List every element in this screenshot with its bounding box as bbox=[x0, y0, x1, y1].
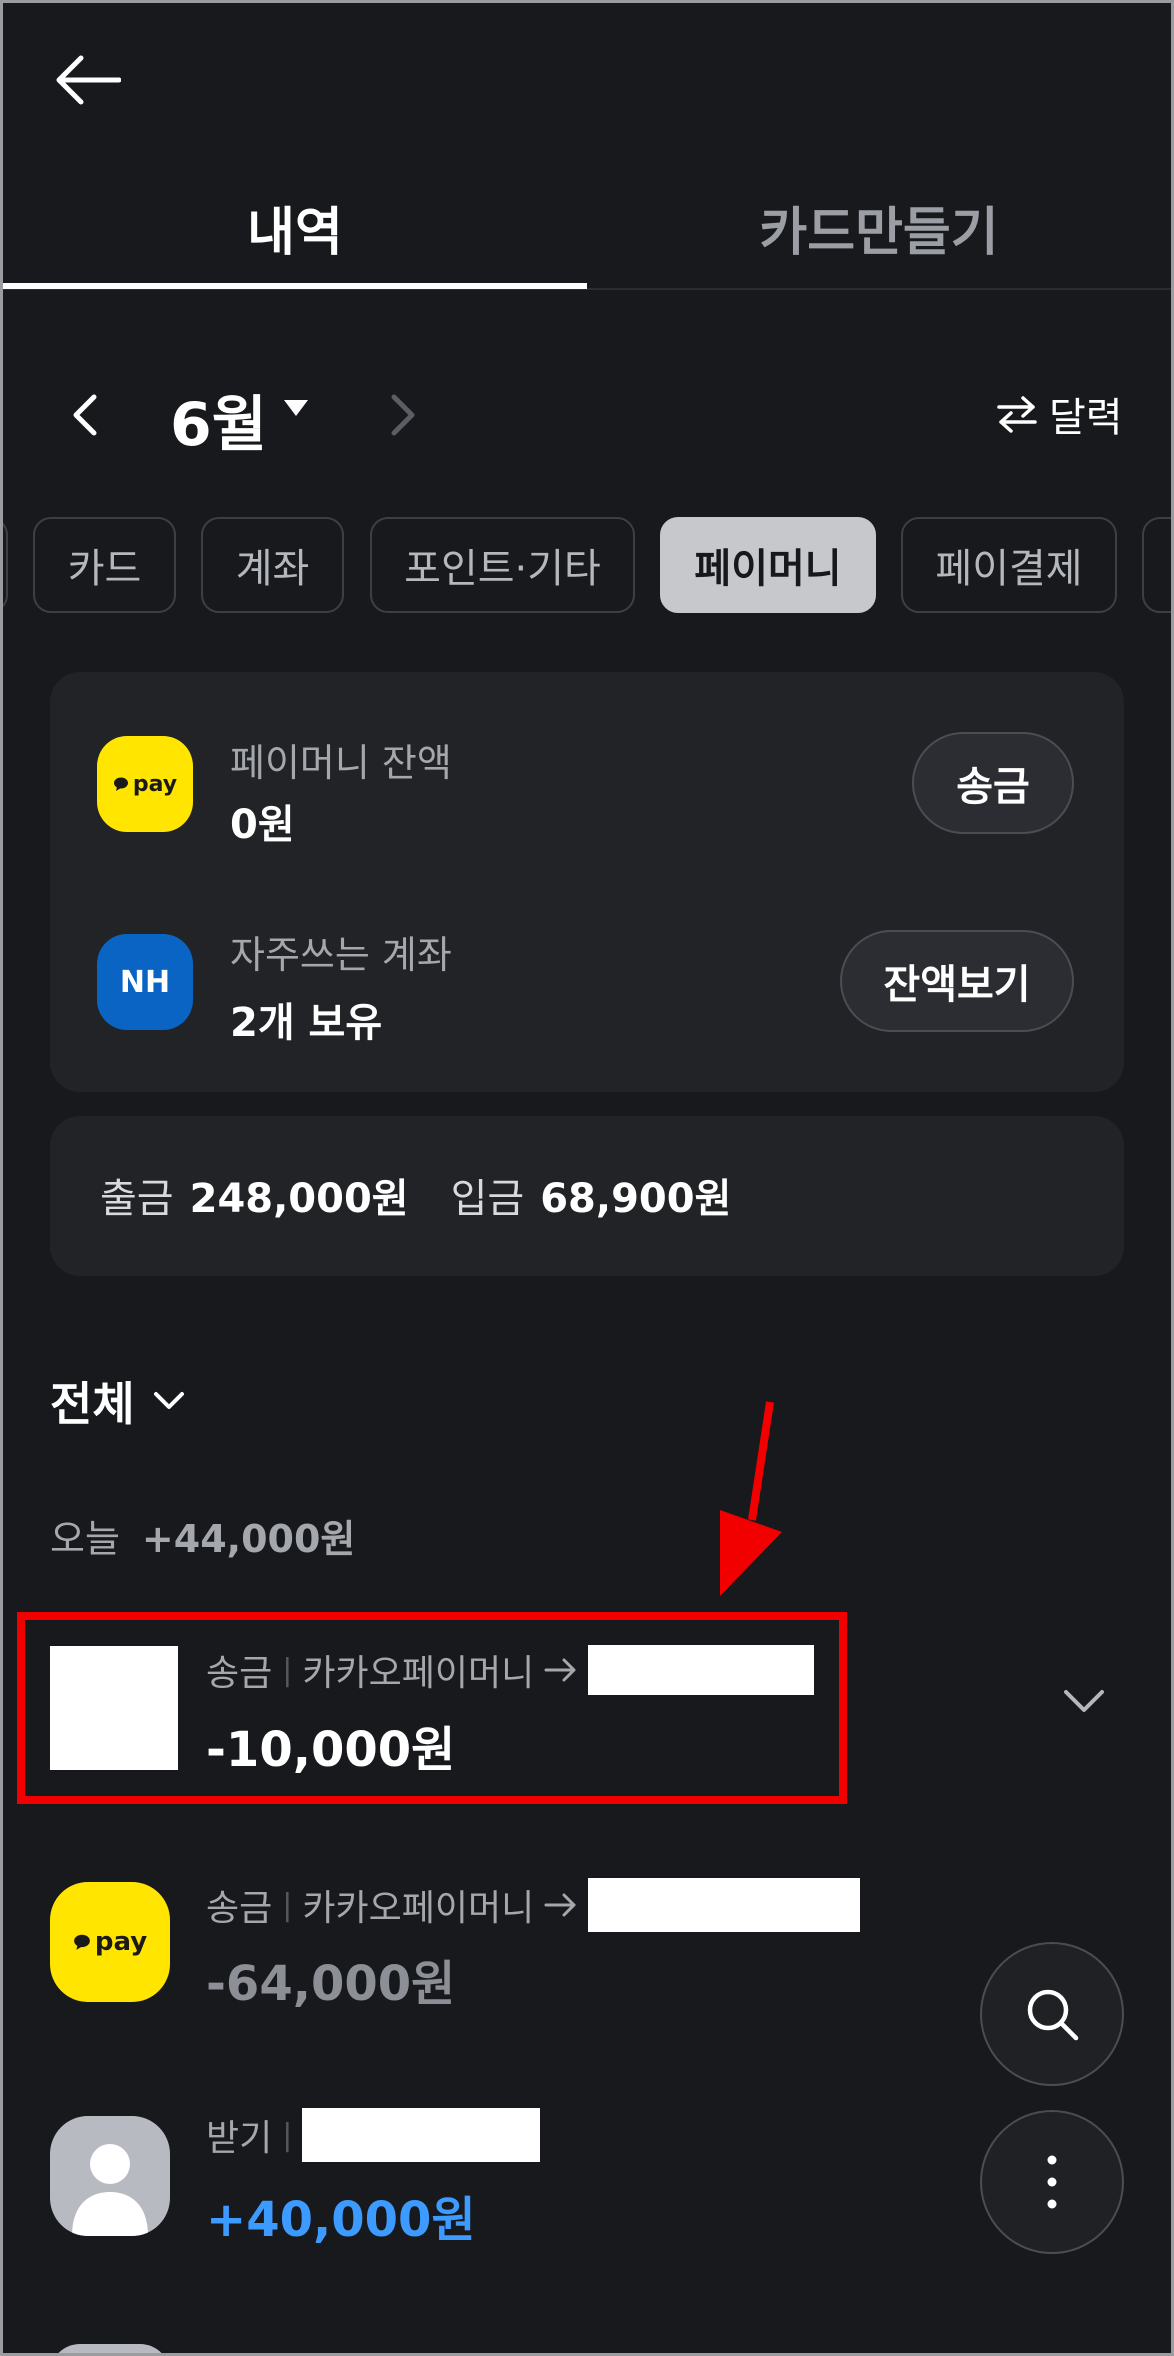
expand-transaction-button[interactable] bbox=[1062, 1688, 1106, 1718]
transaction-meta: 송금 | 카카오페이머니 bbox=[206, 1878, 861, 1932]
transaction-meta: 받기 | bbox=[206, 2108, 541, 2162]
deposit-value: 68,900원 bbox=[540, 1176, 732, 1222]
tab-make-card[interactable]: 카드만들기 bbox=[587, 165, 1171, 290]
user-icon bbox=[72, 2144, 148, 2236]
more-options-button[interactable] bbox=[980, 2110, 1124, 2254]
back-button[interactable] bbox=[48, 40, 128, 120]
withdraw-label: 출금 bbox=[100, 1176, 174, 1222]
pay-logo-text: pay bbox=[94, 1927, 148, 1957]
chip-points-etc[interactable]: 포인트·기타 bbox=[370, 517, 635, 613]
transaction-type: 송금 bbox=[206, 1888, 273, 1929]
nh-bank-logo-icon: NH bbox=[97, 934, 193, 1030]
active-tab-indicator bbox=[3, 283, 587, 289]
chip-paypayment[interactable]: 페이결제 bbox=[901, 517, 1117, 613]
arrow-left-icon bbox=[56, 55, 121, 105]
chevron-left-icon bbox=[73, 394, 97, 436]
divider: | bbox=[282, 2117, 293, 2153]
transaction-type: 받기 bbox=[206, 2118, 273, 2159]
avatar-partial bbox=[50, 2344, 170, 2356]
search-button[interactable] bbox=[980, 1942, 1124, 2086]
paymoney-balance-value: 0원 bbox=[230, 802, 295, 848]
caret-down-icon[interactable] bbox=[282, 398, 310, 422]
withdraw-value: 248,000원 bbox=[189, 1176, 409, 1222]
transaction-amount: -64,000원 bbox=[206, 1956, 456, 2012]
kakaopay-logo-icon: pay bbox=[50, 1882, 170, 2002]
chip-paymoney[interactable]: 페이머니 bbox=[660, 517, 876, 613]
chevron-down-icon bbox=[153, 1392, 184, 1409]
chip-partial-right[interactable] bbox=[1142, 517, 1174, 613]
calendar-toggle-label: 달력 bbox=[1049, 395, 1123, 441]
filter-dropdown[interactable]: 전체 bbox=[50, 1366, 185, 1436]
month-selector[interactable]: 6월 bbox=[170, 376, 267, 463]
deposit-label: 입금 bbox=[450, 1176, 525, 1222]
next-month-button[interactable] bbox=[378, 380, 428, 450]
chevron-right-icon bbox=[391, 394, 415, 436]
tab-history[interactable]: 내역 bbox=[3, 165, 587, 290]
chip-card[interactable]: 카드 bbox=[33, 517, 176, 613]
pay-logo-text: pay bbox=[132, 771, 178, 797]
tab-bar: 내역 카드만들기 bbox=[3, 165, 1171, 290]
chip-account[interactable]: 계좌 bbox=[201, 517, 344, 613]
annotation-arrow-icon bbox=[690, 1400, 790, 1604]
paymoney-balance-label: 페이머니 잔액 bbox=[230, 741, 452, 785]
day-total: +44,000원 bbox=[141, 1517, 356, 1561]
nh-logo-text: NH bbox=[119, 964, 171, 1000]
filter-label: 전체 bbox=[50, 1377, 135, 1431]
search-icon bbox=[1027, 1989, 1079, 2041]
transaction-amount: +40,000원 bbox=[206, 2192, 476, 2248]
chip-partial-left[interactable] bbox=[0, 517, 8, 613]
view-balance-button[interactable]: 잔액보기 bbox=[840, 930, 1074, 1032]
kakaopay-logo-icon: pay bbox=[97, 736, 193, 832]
calendar-toggle-button[interactable]: 달력 bbox=[995, 384, 1123, 444]
wallet-card: pay 페이머니 잔액 0원 송금 NH 자주쓰는 계좌 2개 보유 잔액보기 bbox=[50, 672, 1124, 1092]
day-header: 오늘 +44,000원 bbox=[50, 1508, 355, 1563]
frequent-account-value: 2개 보유 bbox=[230, 1000, 383, 1046]
send-money-button[interactable]: 송금 bbox=[912, 732, 1074, 834]
highlight-box bbox=[17, 1612, 847, 1804]
transaction-desc: 카카오페이머니 bbox=[302, 1888, 535, 1929]
frequent-account-label: 자주쓰는 계좌 bbox=[230, 933, 452, 977]
prev-month-button[interactable] bbox=[60, 380, 110, 450]
more-vertical-icon bbox=[1047, 2155, 1057, 2209]
in-out-summary: 출금 248,000원 입금 68,900원 bbox=[100, 1166, 731, 1224]
arrow-right-icon bbox=[544, 1893, 576, 1917]
redacted-sender bbox=[302, 2108, 541, 2162]
day-label: 오늘 bbox=[50, 1517, 120, 1561]
redacted-recipient bbox=[588, 1878, 861, 1932]
swap-arrows-icon bbox=[997, 396, 1037, 433]
avatar bbox=[50, 2116, 170, 2236]
divider: | bbox=[282, 1887, 293, 1923]
chevron-down-icon bbox=[1064, 1690, 1104, 1712]
